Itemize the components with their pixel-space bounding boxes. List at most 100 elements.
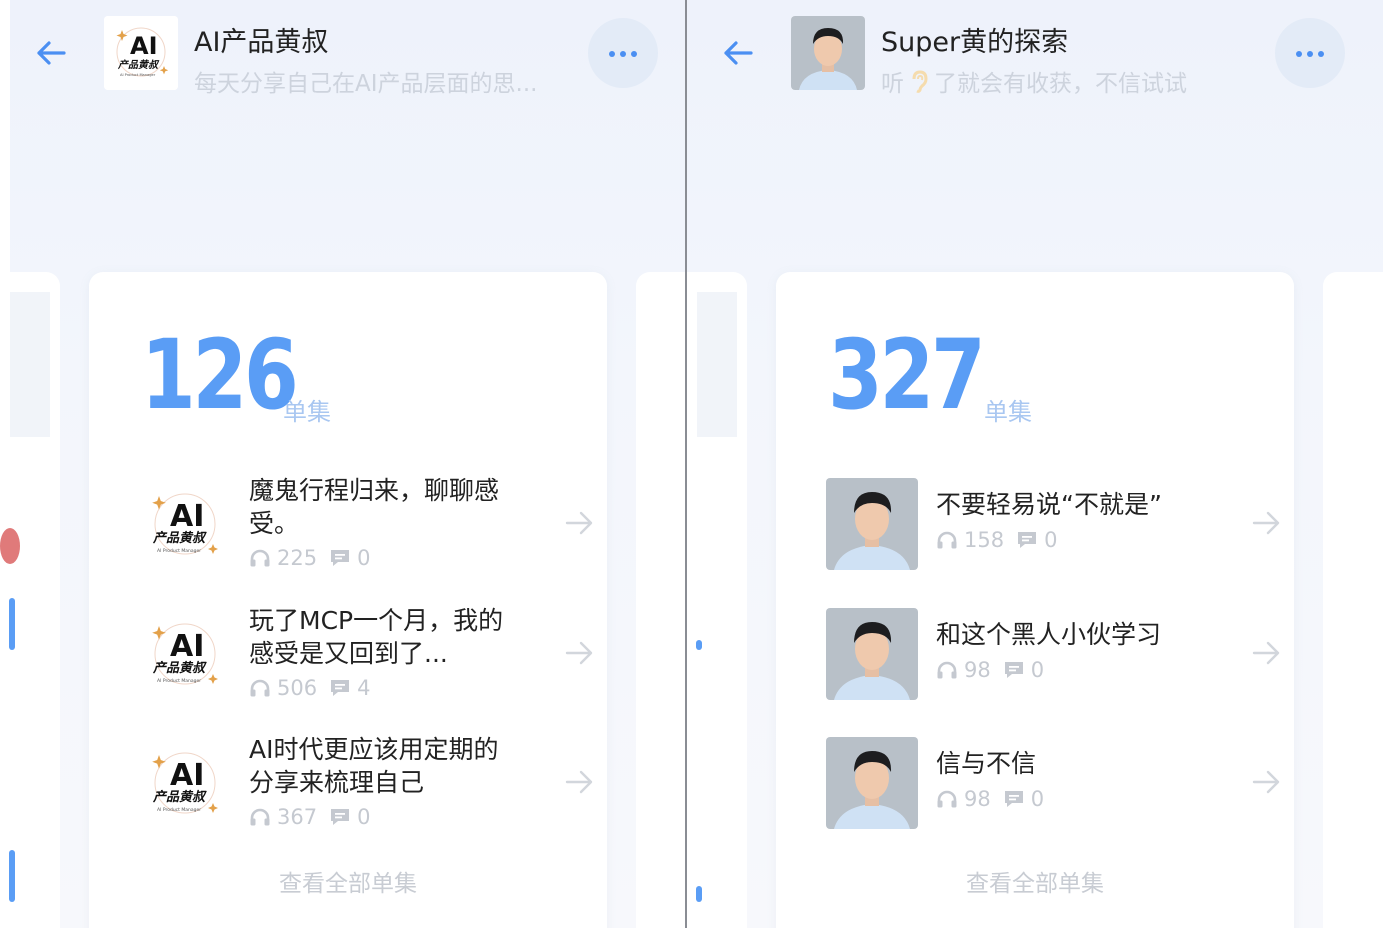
episode-title: 和这个黑人小伙学习 [936,620,1162,649]
play-count: 367 [277,805,318,829]
more-dot-icon [620,51,626,57]
more-options-button[interactable] [588,18,658,88]
header: Super黄的探索 听 了就会有收获，不信试试 [687,0,1383,110]
svg-text:AI Product Manager: AI Product Manager [157,548,201,554]
episode-item[interactable]: 信与不信 98 0 [826,733,1286,833]
episode-thumbnail: AI 产品黄叔 AI Product Manager [139,608,231,700]
more-dot-icon [1318,51,1324,57]
svg-text:产品黄叔: 产品黄叔 [152,789,207,805]
comment-count: 0 [357,805,371,829]
episode-stats: 98 0 [936,787,1044,811]
podcast-description: 每天分享自己在AI产品层面的思... [194,71,538,97]
svg-text:AI: AI [130,32,158,60]
episode-title: 魔鬼行程归来，聊聊感受。 [249,476,500,538]
svg-text:AI Product Manager: AI Product Manager [120,73,156,77]
portrait-icon [791,16,865,90]
view-all-episodes-link[interactable]: 查看全部单集 [89,864,607,898]
back-arrow-icon[interactable] [717,36,757,70]
podcast-panel-right: Super黄的探索 听 了就会有收获，不信试试 327 单集 不要轻易说“不就是… [687,0,1383,928]
headphones-icon [250,679,270,697]
prev-card-bar [9,598,15,650]
svg-text:AI: AI [170,499,204,534]
svg-text:AI: AI [170,758,204,793]
prev-card-avatar-edge [0,528,20,564]
prev-card-placeholder [697,292,737,437]
portrait-icon [826,737,918,829]
podcast-title: Super黄的探索 [881,27,1069,58]
episode-thumbnail: AI 产品黄叔 AI Product Manager [139,737,231,829]
svg-text:AI Product Manager: AI Product Manager [157,678,201,684]
arrow-right-icon [1252,770,1280,794]
prev-card-bar [9,850,15,902]
arrow-right-icon [565,770,593,794]
episode-count-unit: 单集 [283,398,331,426]
comment-count: 0 [1030,658,1045,682]
comment-icon [1018,532,1037,548]
screen: AI 产品黄叔 AI Product Manager AI产品黄叔 每天分享自己… [0,0,1383,928]
podcast-panel-left: AI 产品黄叔 AI Product Manager AI产品黄叔 每天分享自己… [0,0,686,928]
episode-count-unit: 单集 [984,398,1032,426]
arrow-right-icon [565,641,593,665]
portrait-icon [826,478,918,570]
episode-item[interactable]: AI 产品黄叔 AI Product Manager AI时代更应该用定期的分享… [139,733,599,833]
prev-card-placeholder [10,292,50,437]
headphones-icon [937,531,957,549]
episode-item[interactable]: AI 产品黄叔 AI Product Manager 玩了MCP一个月，我的感受… [139,604,599,704]
ai-logo-icon: AI 产品黄叔 AI Product Manager [139,737,231,829]
episode-card: 126 单集 AI 产品黄叔 AI Product Manager 魔鬼行程归来… [89,272,607,928]
episode-item[interactable]: 和这个黑人小伙学习 98 0 [826,604,1286,704]
episode-count: 126 [141,319,299,431]
svg-text:产品黄叔: 产品黄叔 [152,530,207,546]
headphones-icon [250,549,270,567]
subtitle-prefix: 听 [881,71,904,97]
comment-icon [331,550,350,566]
episode-thumbnail [826,478,918,570]
episode-stats: 225 0 [249,546,370,570]
svg-text:AI Product Manager: AI Product Manager [157,807,201,813]
headphones-icon [250,808,270,826]
comment-icon [1004,662,1023,678]
prev-card[interactable] [687,272,747,928]
ai-logo-icon: AI 产品黄叔 AI Product Manager [139,478,231,570]
podcast-avatar[interactable] [791,16,865,90]
more-options-button[interactable] [1275,18,1345,88]
prev-card-bar [696,640,702,650]
ear-icon [912,70,928,93]
podcast-avatar[interactable]: AI 产品黄叔 AI Product Manager [104,16,178,90]
svg-text:产品黄叔: 产品黄叔 [117,59,160,71]
episode-count: 327 [828,319,986,431]
episode-thumbnail [826,737,918,829]
episode-item[interactable]: AI 产品黄叔 AI Product Manager 魔鬼行程归来，聊聊感受。 … [139,474,599,574]
ai-logo-icon: AI 产品黄叔 AI Product Manager [104,16,178,90]
next-card[interactable] [1323,272,1383,928]
headphones-icon [937,790,957,808]
episode-title: AI时代更应该用定期的分享来梳理自己 [249,735,499,797]
play-count: 98 [964,658,991,682]
episode-title: 信与不信 [936,749,1037,778]
svg-text:产品黄叔: 产品黄叔 [152,660,207,676]
comment-icon [331,680,350,696]
comment-count: 4 [357,676,371,700]
episode-stats: 98 0 [936,658,1044,682]
episode-thumbnail: AI 产品黄叔 AI Product Manager [139,478,231,570]
arrow-right-icon [565,511,593,535]
arrow-right-icon [1252,511,1280,535]
episode-stats: 367 0 [249,805,370,829]
comment-icon [1004,791,1023,807]
ai-logo-icon: AI 产品黄叔 AI Product Manager [139,608,231,700]
next-card[interactable] [636,272,686,928]
arrow-right-icon [1252,641,1280,665]
episode-title: 玩了MCP一个月，我的感受是又回到了... [249,606,504,668]
back-arrow-icon[interactable] [30,36,70,70]
portrait-icon [826,608,918,700]
episode-item[interactable]: 不要轻易说“不就是” 158 0 [826,474,1286,574]
view-all-episodes-link[interactable]: 查看全部单集 [776,864,1294,898]
play-count: 158 [964,528,1005,552]
podcast-title: AI产品黄叔 [194,27,329,58]
more-dot-icon [609,51,615,57]
comment-count: 0 [1030,787,1045,811]
play-count: 98 [964,787,991,811]
episode-title: 不要轻易说“不就是” [936,490,1162,519]
subtitle-suffix: 了就会有收获，不信试试 [934,71,1187,97]
comment-count: 0 [1044,528,1058,552]
